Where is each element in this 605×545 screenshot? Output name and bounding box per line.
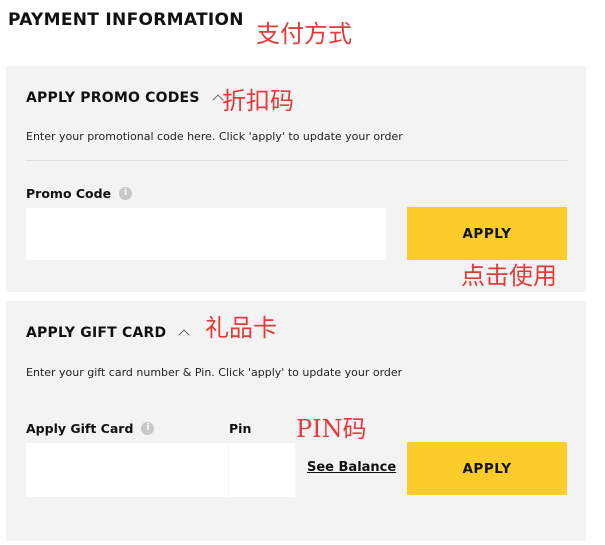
- page-title: PAYMENT INFORMATION: [8, 10, 244, 30]
- info-icon[interactable]: i: [141, 422, 155, 435]
- apply-annotation: 点击使用: [461, 262, 557, 290]
- payment-page: PAYMENT INFORMATION 支付方式 APPLY PROMO COD…: [0, 0, 605, 545]
- gift-annotation: 礼品卡: [205, 314, 277, 342]
- promo-code-input[interactable]: [26, 208, 386, 260]
- pin-label: Pin: [229, 421, 251, 436]
- gift-card-input[interactable]: [26, 443, 228, 497]
- promo-description: Enter your promotional code here. Click …: [26, 130, 403, 143]
- gift-card-label: Apply Gift Card i: [26, 421, 155, 436]
- promo-apply-button[interactable]: APPLY: [407, 207, 567, 260]
- pin-annotation: PIN码: [296, 415, 367, 443]
- pin-label-text: Pin: [229, 421, 252, 436]
- see-balance-link[interactable]: See Balance: [307, 460, 396, 475]
- gift-section-header[interactable]: APPLY GIFT CARD: [26, 325, 190, 341]
- gift-card-label-text: Apply Gift Card: [26, 421, 134, 436]
- promo-divider: [26, 160, 568, 161]
- promo-annotation: 折扣码: [222, 87, 294, 115]
- chevron-up-icon[interactable]: [178, 329, 190, 341]
- gift-description: Enter your gift card number & Pin. Click…: [26, 366, 403, 379]
- promo-section-header[interactable]: APPLY PROMO CODES: [26, 90, 224, 106]
- promo-code-label-text: Promo Code: [26, 186, 112, 201]
- title-annotation: 支付方式: [256, 20, 352, 48]
- pin-input[interactable]: [229, 443, 295, 497]
- info-icon[interactable]: i: [119, 187, 133, 200]
- gift-apply-button[interactable]: APPLY: [407, 442, 567, 495]
- promo-codes-panel: APPLY PROMO CODES Enter your promotional…: [6, 66, 586, 292]
- promo-section-title: APPLY PROMO CODES: [26, 90, 200, 106]
- gift-section-title: APPLY GIFT CARD: [26, 325, 167, 341]
- promo-code-label: Promo Code i: [26, 186, 133, 201]
